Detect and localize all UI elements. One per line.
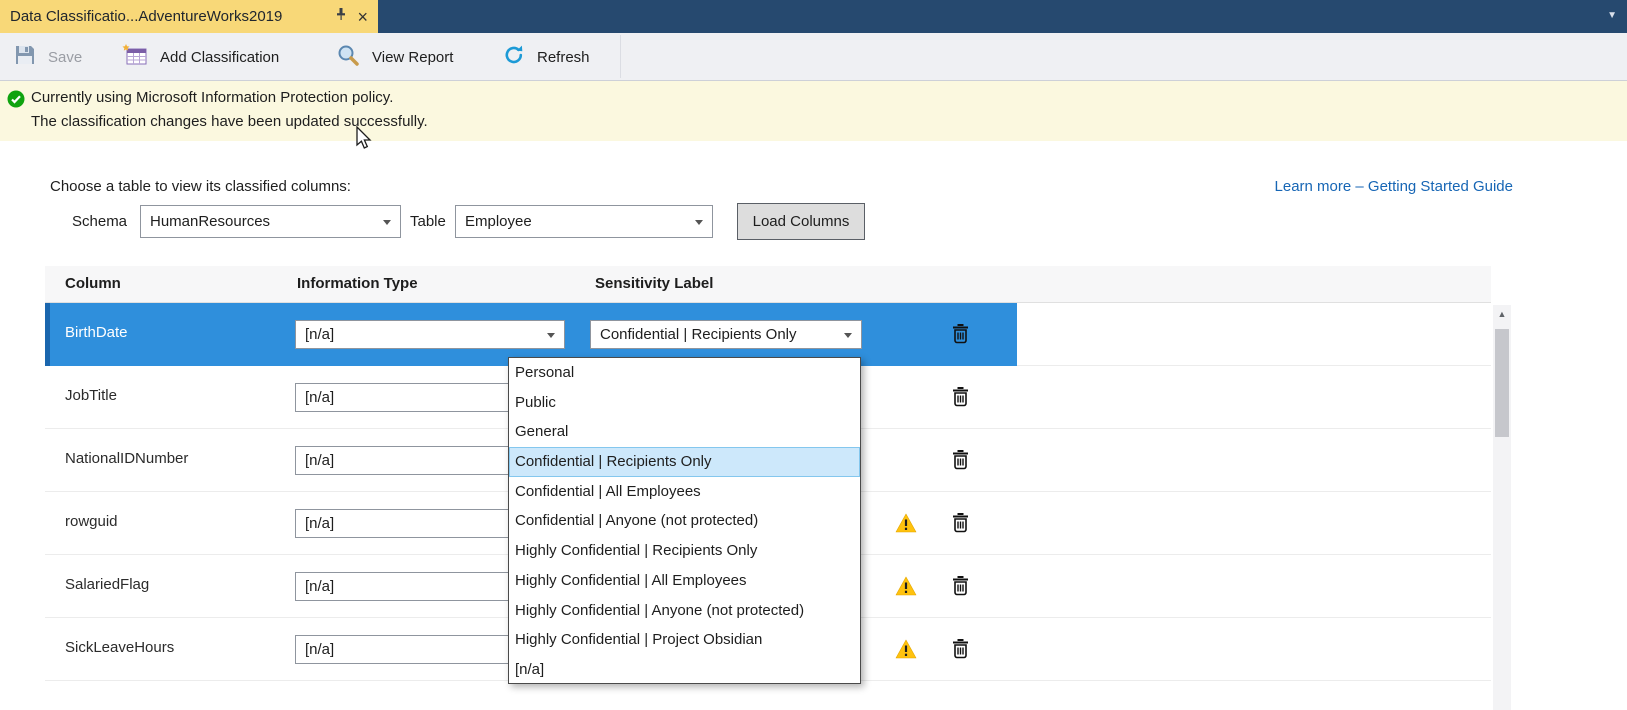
mouse-cursor [356, 126, 372, 155]
dropdown-option[interactable]: Public [509, 388, 860, 418]
refresh-label: Refresh [537, 49, 590, 66]
warning-icon [895, 639, 917, 664]
column-name: rowguid [65, 513, 118, 530]
choose-table-label: Choose a table to view its classified co… [50, 178, 351, 195]
column-name: JobTitle [65, 387, 117, 404]
refresh-icon [503, 44, 525, 70]
save-button[interactable]: Save [14, 33, 82, 81]
document-tab-title: Data Classificatio...AdventureWorks2019 [10, 8, 329, 25]
document-tab[interactable]: Data Classificatio...AdventureWorks2019 … [0, 0, 378, 33]
toolbar-divider [620, 35, 621, 78]
toolbar: Save Add Classification View Report [0, 33, 1627, 81]
table-select[interactable]: Employee [455, 205, 713, 238]
delete-classification-button[interactable] [952, 386, 969, 410]
schema-select[interactable]: HumanResources [140, 205, 401, 238]
header-sensitivity-label: Sensitivity Label [595, 275, 713, 292]
column-name: SalariedFlag [65, 576, 149, 593]
row-selection-accent [45, 303, 50, 366]
dropdown-option[interactable]: Highly Confidential | Anyone (not protec… [509, 596, 860, 626]
header-column: Column [65, 275, 121, 292]
dropdown-option[interactable]: Highly Confidential | Project Obsidian [509, 625, 860, 655]
information-type-value: [n/a] [305, 515, 334, 532]
document-tab-bar: Data Classificatio...AdventureWorks2019 … [0, 0, 1627, 33]
add-classification-button[interactable]: Add Classification [122, 33, 279, 81]
chevron-down-icon [695, 220, 703, 225]
header-information-type: Information Type [297, 275, 418, 292]
warning-icon [895, 576, 917, 601]
sensitivity-dropdown-list: Personal Public General Confidential | R… [508, 357, 861, 684]
table-select-value: Employee [465, 213, 532, 230]
view-report-label: View Report [372, 49, 453, 66]
schema-label: Schema [72, 204, 127, 240]
scrollbar-thumb[interactable] [1495, 329, 1509, 437]
information-type-select[interactable]: [n/a] [295, 320, 565, 349]
delete-classification-button[interactable] [952, 512, 969, 536]
table-label: Table [410, 204, 446, 240]
save-icon [14, 44, 36, 70]
scroll-up-arrow-icon[interactable]: ▲ [1493, 305, 1511, 323]
delete-classification-button[interactable] [952, 638, 969, 662]
information-type-value: [n/a] [305, 452, 334, 469]
dropdown-option-highlighted[interactable]: Confidential | Recipients Only [509, 447, 860, 477]
schema-select-value: HumanResources [150, 213, 270, 230]
success-check-icon [7, 90, 25, 113]
sensitivity-label-value: Confidential | Recipients Only [600, 326, 797, 343]
information-type-value: [n/a] [305, 326, 334, 343]
dropdown-option[interactable]: Confidential | All Employees [509, 477, 860, 507]
delete-classification-button[interactable] [952, 323, 969, 347]
information-type-value: [n/a] [305, 641, 334, 658]
chevron-down-icon[interactable]: ▼ [1607, 10, 1617, 21]
sensitivity-label-select[interactable]: Confidential | Recipients Only [590, 320, 862, 349]
grid-header: Column Information Type Sensitivity Labe… [45, 266, 1491, 303]
vertical-scrollbar[interactable]: ▲ [1493, 305, 1511, 710]
load-columns-button[interactable]: Load Columns [737, 203, 865, 240]
add-classification-label: Add Classification [160, 49, 279, 66]
save-label: Save [48, 49, 82, 66]
dropdown-option[interactable]: Highly Confidential | Recipients Only [509, 536, 860, 566]
add-classification-icon [122, 44, 148, 71]
column-name: BirthDate [65, 324, 128, 341]
warning-icon [895, 513, 917, 538]
delete-classification-button[interactable] [952, 449, 969, 473]
dropdown-option[interactable]: Highly Confidential | All Employees [509, 566, 860, 596]
info-banner: Currently using Microsoft Information Pr… [0, 81, 1627, 141]
column-name: SickLeaveHours [65, 639, 174, 656]
view-report-button[interactable]: View Report [336, 33, 453, 81]
close-icon[interactable]: × [357, 8, 368, 26]
delete-classification-button[interactable] [952, 575, 969, 599]
dropdown-option[interactable]: [n/a] [509, 655, 860, 685]
information-type-value: [n/a] [305, 389, 334, 406]
column-name: NationalIDNumber [65, 450, 188, 467]
chevron-down-icon [383, 220, 391, 225]
chevron-down-icon [547, 333, 555, 338]
information-type-value: [n/a] [305, 578, 334, 595]
chevron-down-icon [844, 333, 852, 338]
dropdown-option[interactable]: Confidential | Anyone (not protected) [509, 506, 860, 536]
learn-more-link[interactable]: Learn more – Getting Started Guide [1275, 178, 1513, 195]
pin-icon[interactable] [335, 7, 347, 26]
banner-line-1: Currently using Microsoft Information Pr… [31, 89, 393, 106]
magnifier-icon [336, 43, 360, 71]
dropdown-option[interactable]: Personal [509, 358, 860, 388]
refresh-button[interactable]: Refresh [503, 33, 590, 81]
dropdown-option[interactable]: General [509, 417, 860, 447]
